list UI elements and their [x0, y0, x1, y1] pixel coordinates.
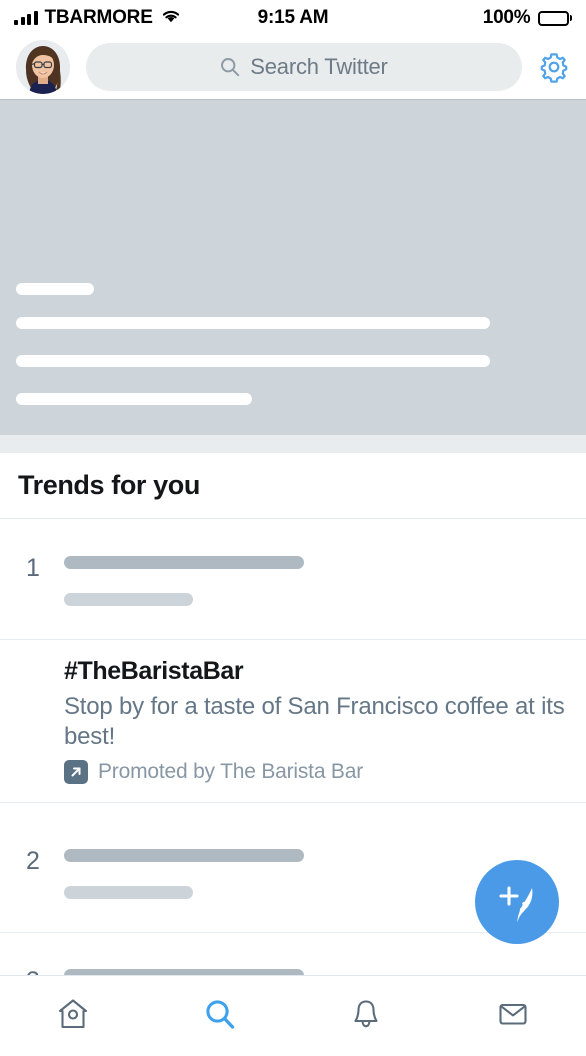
tab-home[interactable]: [0, 976, 147, 1056]
trend-item-1[interactable]: 1: [0, 520, 586, 640]
banner-separator: [0, 435, 586, 453]
tab-notifications[interactable]: [293, 976, 440, 1056]
search-icon: [203, 997, 237, 1036]
trend-meta-skeleton: [64, 593, 193, 606]
status-bar-right: 100%: [483, 0, 572, 36]
trend-title-skeleton: [64, 556, 304, 569]
battery-full-icon: [537, 10, 572, 26]
banner-skeleton-bar: [16, 393, 252, 405]
search-icon: [220, 57, 240, 77]
battery-percent-label: 100%: [482, 7, 531, 28]
tab-messages[interactable]: [440, 976, 586, 1056]
tab-search[interactable]: [147, 976, 294, 1056]
bottom-tab-bar: [0, 975, 586, 1056]
promoted-footer: Promoted by The Barista Bar: [64, 759, 566, 784]
avatar[interactable]: [16, 40, 70, 94]
trend-rank: 1: [26, 554, 40, 582]
promoted-arrow-icon: [64, 759, 88, 784]
banner-skeleton-bar: [16, 317, 490, 329]
promoted-body: Stop by for a taste of San Francisco cof…: [64, 693, 565, 750]
birdhouse-icon: [56, 997, 90, 1036]
twitter-explore-screen: TBARMORE 9:15 AM 100% Search Twitter Tre…: [0, 0, 586, 1056]
promoted-hashtag[interactable]: #TheBaristaBar: [64, 656, 566, 687]
status-bar: TBARMORE 9:15 AM 100%: [0, 0, 586, 36]
trend-meta-skeleton: [64, 886, 193, 899]
banner-placeholder: [0, 99, 586, 435]
search-placeholder: Search Twitter: [250, 54, 388, 79]
gear-icon[interactable]: [536, 49, 572, 85]
search-header: Search Twitter: [0, 36, 586, 98]
search-input[interactable]: Search Twitter: [86, 43, 522, 91]
trend-rank: 2: [26, 847, 40, 875]
envelope-icon: [496, 997, 530, 1036]
avatar-photo: [16, 40, 70, 94]
banner-skeleton-bar: [16, 355, 490, 367]
promoted-tweet-card[interactable]: #TheBaristaBar Stop by for a taste of Sa…: [0, 640, 586, 803]
bell-icon: [349, 997, 383, 1036]
banner-skeleton-bar: [16, 283, 94, 295]
promoted-label: Promoted by The Barista Bar: [98, 759, 364, 783]
clock-label: 9:15 AM: [257, 7, 329, 28]
feather-plus-icon: [499, 886, 533, 923]
compose-tweet-button[interactable]: [475, 860, 559, 944]
trend-title-skeleton: [64, 849, 304, 862]
page-title: Trends for you: [0, 453, 586, 519]
